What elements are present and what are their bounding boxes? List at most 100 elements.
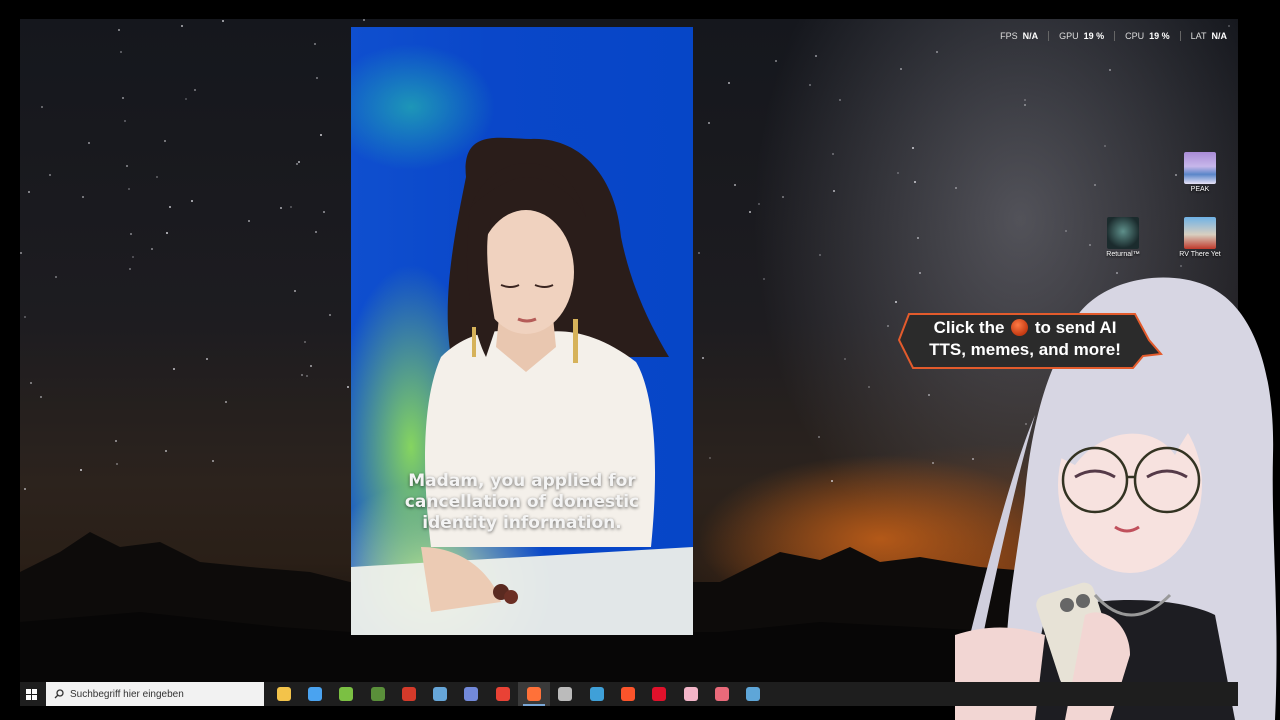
star bbox=[932, 462, 934, 464]
star bbox=[917, 237, 919, 239]
star bbox=[1104, 145, 1106, 147]
taskbar-app-sync-app[interactable] bbox=[581, 682, 612, 706]
star bbox=[698, 252, 700, 254]
steam-icon bbox=[433, 687, 448, 701]
star bbox=[280, 207, 282, 209]
star bbox=[782, 196, 784, 198]
callout-text: Click the to send AI TTS, memes, and mor… bbox=[929, 318, 1121, 359]
star bbox=[164, 140, 166, 142]
star bbox=[24, 488, 26, 490]
taskbar-app-android-app[interactable] bbox=[331, 682, 362, 706]
taskbar-app-pen-app[interactable] bbox=[706, 682, 737, 706]
star bbox=[912, 147, 914, 149]
star bbox=[897, 172, 899, 174]
star bbox=[819, 254, 821, 256]
star bbox=[833, 190, 835, 192]
star bbox=[248, 220, 250, 222]
star bbox=[169, 206, 171, 208]
star bbox=[709, 457, 711, 459]
gpu-metric: GPU 19 % bbox=[1059, 31, 1105, 41]
star bbox=[222, 20, 224, 22]
taskbar-app-opera[interactable] bbox=[644, 682, 675, 706]
star bbox=[914, 181, 916, 183]
taskbar-app-microsoft-store[interactable] bbox=[299, 682, 330, 706]
star bbox=[156, 176, 158, 178]
star bbox=[124, 120, 126, 122]
star bbox=[1065, 230, 1067, 232]
star bbox=[129, 268, 131, 270]
file-explorer-icon bbox=[276, 687, 291, 701]
star bbox=[832, 153, 834, 155]
screen: FPS N/A GPU 19 % CPU 19 % LAT N/A PEAK Retur… bbox=[0, 0, 1280, 720]
star bbox=[306, 375, 308, 377]
star bbox=[173, 368, 175, 370]
latency-metric: LAT N/A bbox=[1190, 31, 1227, 41]
star bbox=[82, 196, 84, 198]
star bbox=[304, 341, 306, 343]
star bbox=[329, 314, 331, 316]
star bbox=[310, 365, 312, 367]
star bbox=[323, 211, 325, 213]
taskbar-app-photo-app[interactable] bbox=[675, 682, 706, 706]
star bbox=[185, 98, 187, 100]
fps-metric: FPS N/A bbox=[1000, 31, 1039, 41]
shop-app-icon bbox=[401, 687, 416, 701]
steam-2-icon bbox=[746, 687, 761, 701]
star bbox=[301, 374, 303, 376]
star bbox=[895, 301, 897, 303]
star bbox=[315, 231, 317, 233]
star bbox=[919, 272, 921, 274]
taskbar-app-firefox[interactable] bbox=[518, 682, 550, 706]
star bbox=[1089, 244, 1091, 246]
star bbox=[734, 184, 736, 186]
returnal-game-icon bbox=[1107, 217, 1139, 249]
star bbox=[1109, 69, 1111, 71]
start-button[interactable] bbox=[20, 682, 42, 706]
star bbox=[818, 436, 820, 438]
taskbar-app-chrome[interactable] bbox=[487, 682, 518, 706]
star bbox=[363, 19, 365, 21]
star bbox=[191, 200, 193, 202]
star bbox=[212, 460, 214, 462]
rv-there-yet-game-icon bbox=[1184, 217, 1216, 249]
star bbox=[41, 106, 43, 108]
taskbar-app-obs-studio[interactable] bbox=[550, 682, 581, 706]
taskbar-app-shop-app[interactable] bbox=[393, 682, 424, 706]
video-subtitle: Madam, you applied for cancellation of d… bbox=[404, 471, 640, 533]
star bbox=[290, 206, 292, 208]
star bbox=[887, 325, 889, 327]
taskbar-app-discord[interactable] bbox=[456, 682, 487, 706]
cpu-metric: CPU 19 % bbox=[1125, 31, 1170, 41]
search-placeholder: Suchbegriff hier eingeben bbox=[70, 688, 184, 700]
star bbox=[775, 60, 777, 62]
star bbox=[1024, 104, 1026, 106]
taskbar-search-box[interactable]: Suchbegriff hier eingeben bbox=[46, 682, 264, 706]
desktop-icon-peak[interactable]: PEAK bbox=[1170, 152, 1230, 193]
photo-app-icon bbox=[683, 687, 698, 701]
taskbar-app-brave[interactable] bbox=[612, 682, 643, 706]
taskbar-app-steam[interactable] bbox=[424, 682, 455, 706]
taskbar-app-steam-2[interactable] bbox=[737, 682, 768, 706]
star bbox=[20, 252, 22, 254]
star bbox=[702, 357, 704, 359]
star bbox=[88, 142, 90, 144]
star bbox=[728, 82, 730, 84]
star bbox=[28, 191, 30, 193]
star bbox=[40, 396, 42, 398]
video-player[interactable]: Madam, you applied for cancellation of d… bbox=[351, 27, 693, 635]
star bbox=[936, 51, 938, 53]
windows-logo-icon bbox=[25, 688, 37, 700]
star bbox=[116, 463, 118, 465]
taskbar-app-icons bbox=[268, 682, 769, 706]
performance-overlay: FPS N/A GPU 19 % CPU 19 % LAT N/A bbox=[1000, 31, 1227, 41]
star bbox=[955, 187, 957, 189]
star bbox=[347, 386, 349, 388]
desktop-icon-rv-there-yet[interactable]: RV There Yet bbox=[1170, 217, 1230, 258]
star bbox=[298, 161, 300, 163]
microsoft-store-icon bbox=[307, 687, 322, 701]
desktop-icon-returnal[interactable]: Returnal™ bbox=[1093, 217, 1153, 258]
taskbar-app-file-explorer[interactable] bbox=[268, 682, 299, 706]
peak-game-icon bbox=[1184, 152, 1216, 184]
video-frame-woman bbox=[351, 137, 693, 635]
taskbar-app-minecraft[interactable] bbox=[362, 682, 393, 706]
